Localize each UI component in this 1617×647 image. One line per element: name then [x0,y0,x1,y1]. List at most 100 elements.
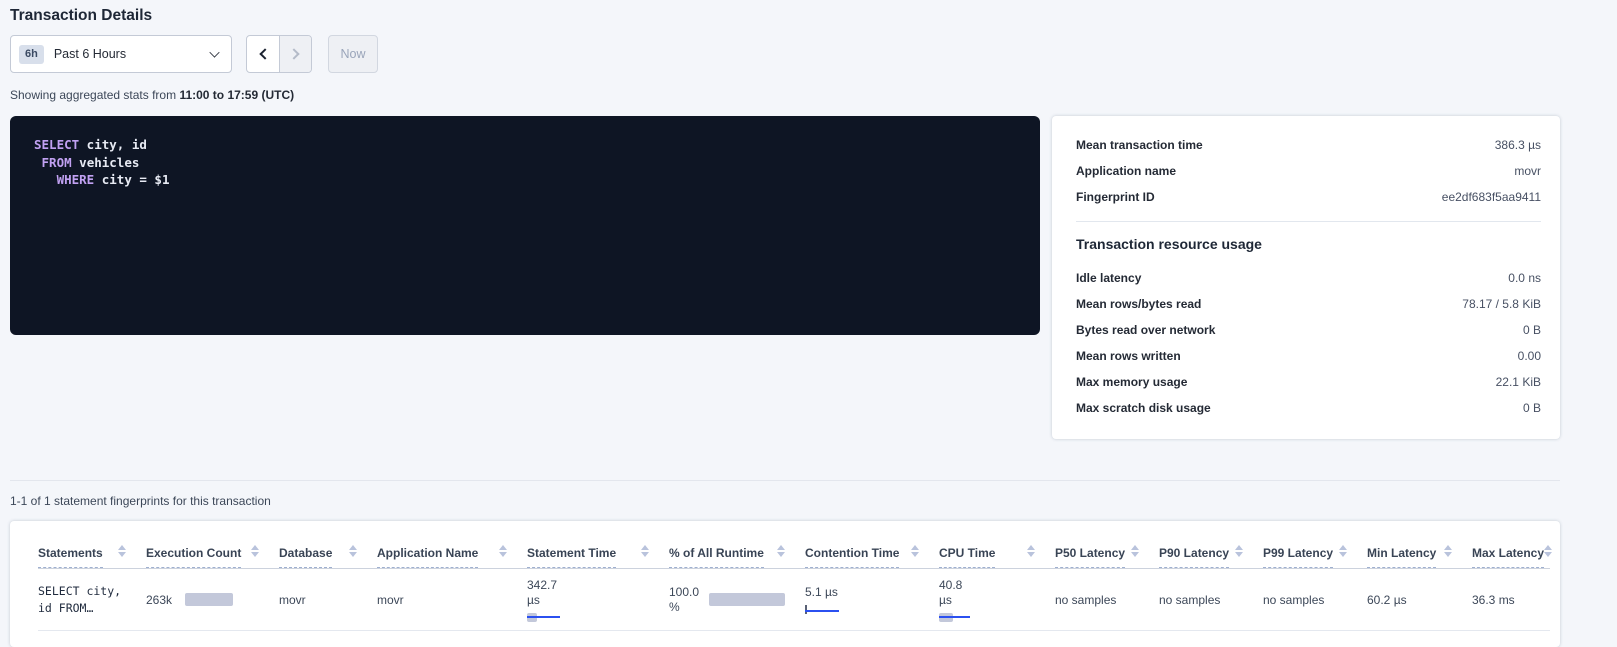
sort-icon[interactable] [118,545,126,557]
column-header-max-latency[interactable]: Max Latency [1472,545,1572,568]
sort-icon[interactable] [499,545,507,557]
column-label: % of All Runtime [669,546,764,568]
sort-icon[interactable] [641,545,649,557]
resource-value: 78.17 / 5.8 KiB [1462,297,1541,311]
fingerprints-caption: 1-1 of 1 statement fingerprints for this… [10,494,1560,508]
runtime-pct-bar [709,593,785,606]
now-button[interactable]: Now [328,35,378,73]
resource-label: Bytes read over network [1076,323,1215,337]
column-header-execution-count[interactable]: Execution Count [146,545,279,568]
chevron-down-icon [209,47,219,57]
chevron-right-icon [288,48,299,59]
column-header-p50-latency[interactable]: P50 Latency [1055,545,1159,568]
resource-row: Idle latency 0.0 ns [1076,265,1541,291]
sql-text: vehicles [72,155,140,170]
p99-latency-cell: no samples [1263,593,1367,607]
column-label: Max Latency [1472,546,1544,568]
cpu-time-value: 40.8 [939,578,1055,593]
summary-row: Mean transaction time 386.3 µs [1076,132,1541,158]
statement-time-bar [527,613,560,622]
statement-text-line: id FROM… [38,600,146,617]
execution-count-value: 263k [146,593,172,607]
time-controls: 6h Past 6 Hours Now [10,35,1560,73]
sql-line: FROM vehicles [34,154,1016,172]
resource-value: 22.1 KiB [1496,375,1541,389]
min-latency-cell: 60.2 µs [1367,593,1472,607]
summary-label: Application name [1076,164,1176,178]
resource-usage-heading: Transaction resource usage [1076,236,1541,252]
contention-time-value: 5.1 µs [805,585,939,600]
cpu-time-unit: µs [939,593,1055,608]
column-label: Min Latency [1367,546,1436,568]
cpu-time-bar [939,613,970,622]
sort-icon[interactable] [1339,545,1347,557]
sql-statement-box: SELECT city, id FROM vehicles WHERE city… [10,116,1040,335]
sort-icon[interactable] [1544,545,1552,557]
resource-value: 0 B [1523,401,1541,415]
column-header-min-latency[interactable]: Min Latency [1367,545,1472,568]
resource-row: Mean rows/bytes read 78.17 / 5.8 KiB [1076,291,1541,317]
time-range-dropdown[interactable]: 6h Past 6 Hours [10,35,232,73]
sort-icon[interactable] [911,545,919,557]
statement-link[interactable]: SELECT city, id FROM… [38,583,146,617]
column-label: Statement Time [527,546,616,568]
column-header-p90-latency[interactable]: P90 Latency [1159,545,1263,568]
column-header-statements[interactable]: Statements [38,545,146,568]
sql-text: city, id [79,137,147,152]
sql-line: SELECT city, id [34,136,1016,154]
time-nav-group [246,35,312,73]
resource-value: 0.0 ns [1508,271,1541,285]
column-label: Database [279,546,332,568]
time-range-label: Past 6 Hours [54,47,210,61]
sort-icon[interactable] [1444,545,1452,557]
sort-icon[interactable] [1131,545,1139,557]
summary-value: ee2df683f5aa9411 [1442,190,1541,204]
resource-row: Max scratch disk usage 0 B [1076,395,1541,421]
chevron-left-icon [259,48,270,59]
next-interval-button[interactable] [279,36,311,72]
column-label: P99 Latency [1263,546,1333,568]
column-header-application-name[interactable]: Application Name [377,545,527,568]
resource-label: Mean rows/bytes read [1076,297,1201,311]
sort-icon[interactable] [1235,545,1243,557]
sort-icon[interactable] [777,545,785,557]
statement-text-line: SELECT city, [38,583,146,600]
database-cell: movr [279,593,377,607]
p50-latency-cell: no samples [1055,593,1159,607]
resource-label: Max memory usage [1076,375,1187,389]
summary-label: Fingerprint ID [1076,190,1155,204]
summary-label: Mean transaction time [1076,138,1203,152]
sql-keyword: SELECT [34,137,79,152]
runtime-pct-text: 100.0 % [669,585,699,615]
resource-row: Max memory usage 22.1 KiB [1076,369,1541,395]
column-header-contention-time[interactable]: Contention Time [805,545,939,568]
page: Transaction Details 6h Past 6 Hours Now … [10,0,1560,647]
sql-keyword: WHERE [34,172,94,187]
column-label: Statements [38,546,103,568]
page-title: Transaction Details [10,7,1560,25]
column-header-p99-latency[interactable]: P99 Latency [1263,545,1367,568]
table-header-row: Statements Execution Count Database Appl… [38,531,1550,569]
application-name-cell: movr [377,593,527,607]
statements-table: Statements Execution Count Database Appl… [10,521,1560,647]
time-range-badge: 6h [19,45,44,64]
sort-icon[interactable] [1027,545,1035,557]
summary-row: Application name movr [1076,158,1541,184]
aggregated-stats-line: Showing aggregated stats from 11:00 to 1… [10,88,1560,102]
resource-label: Mean rows written [1076,349,1181,363]
column-header-database[interactable]: Database [279,545,377,568]
execution-count-bar [185,593,233,606]
column-header-statement-time[interactable]: Statement Time [527,545,669,568]
summary-value: 386.3 µs [1495,138,1541,152]
sort-icon[interactable] [251,545,259,557]
cpu-time-cell: 40.8 µs [939,578,1055,622]
runtime-pct-unit: % [669,600,699,615]
resource-row: Mean rows written 0.00 [1076,343,1541,369]
resource-label: Idle latency [1076,271,1141,285]
contention-time-cell: 5.1 µs [805,585,939,614]
column-header-cpu-time[interactable]: CPU Time [939,545,1055,568]
previous-interval-button[interactable] [247,36,279,72]
column-header-runtime-pct[interactable]: % of All Runtime [669,545,805,568]
sort-icon[interactable] [349,545,357,557]
contention-time-bar [805,605,839,614]
